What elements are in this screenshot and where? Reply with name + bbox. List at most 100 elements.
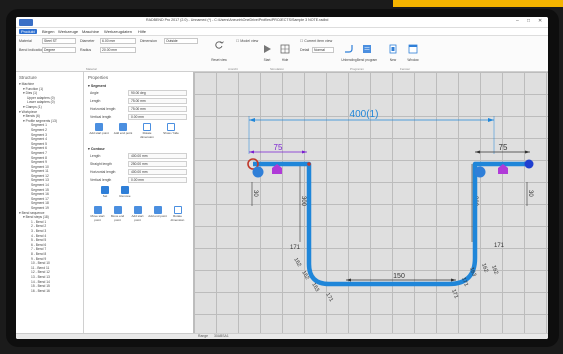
show-hide-icon: [167, 123, 175, 131]
add-end-point-button[interactable]: Add end point: [112, 123, 134, 136]
detail-mode-select[interactable]: Normal: [312, 47, 334, 53]
contour-rotate-button[interactable]: Rotate dimension: [168, 206, 187, 222]
tree-item-label: 14 - Bend 14: [31, 279, 50, 284]
top-right-dimension-label: 75: [499, 143, 508, 152]
diameter-label: Diameter: [80, 39, 95, 43]
status-bar: Range 30ABSA1: [16, 333, 548, 339]
rotate-dimension-button[interactable]: Rotate dimension: [136, 123, 158, 139]
tree-item-label: Segment 4: [31, 137, 47, 142]
program-icon[interactable]: [362, 44, 372, 54]
menu-hilfe[interactable]: Hilfe: [138, 29, 146, 34]
window-icon[interactable]: [408, 44, 418, 54]
contour-rotate-icon: [173, 206, 182, 214]
contour-add-start-button[interactable]: Add start point: [128, 206, 147, 222]
property-value[interactable]: 0.00 mm: [128, 177, 187, 183]
segment-section-title: ▾ Segment: [88, 84, 106, 88]
menu-biegen[interactable]: Biegen: [42, 29, 54, 34]
contour-add-start-icon: [133, 206, 142, 214]
property-label: Vertical length: [90, 178, 112, 182]
end-point-marker[interactable]: [524, 159, 534, 169]
remove-button[interactable]: Remove: [114, 186, 136, 199]
play-icon[interactable]: [262, 44, 272, 54]
tree-item-label: 16 - Bend 16: [31, 288, 50, 293]
tree-item-label: Segment 7: [31, 150, 47, 155]
tree-item-label: Segment 6: [31, 146, 47, 151]
dimension-select[interactable]: Outside: [164, 38, 198, 44]
segment-section-label: Segment: [90, 84, 106, 88]
property-value[interactable]: 75.00 mm: [128, 106, 187, 112]
set-button[interactable]: Set: [94, 186, 116, 199]
detail-label: Detail: [300, 48, 310, 52]
contour-add-end-button[interactable]: Add end point: [148, 206, 167, 219]
minimize-button[interactable]: –: [516, 18, 519, 24]
remove-icon: [121, 186, 129, 194]
tree-item-label: Bend sequence: [21, 210, 45, 215]
right-arc-label: 162: [490, 265, 499, 276]
left-vertical-dimension[interactable]: 300: [299, 164, 306, 242]
indication-select[interactable]: Degree: [42, 47, 76, 53]
current-item-check[interactable]: ☐ Current item view: [300, 39, 332, 43]
right-short-dimension[interactable]: 30: [526, 182, 533, 206]
model-view-label: Model view: [240, 39, 259, 43]
tree-item[interactable]: 16 - Bend 16: [16, 289, 83, 294]
menu-werkzeugdaten[interactable]: Werkzeugdaten: [104, 29, 132, 34]
tree-item-label: Segment 17: [31, 196, 49, 201]
unbend-icon[interactable]: [344, 44, 354, 54]
diameter-field[interactable]: 6.00 mm: [100, 38, 136, 44]
top-left-dimension[interactable]: 75: [249, 143, 307, 154]
move-end-point-label: Move end point: [110, 214, 125, 222]
contour-add-end-label: Add end point: [148, 214, 167, 218]
right-arc-label: 162: [480, 263, 489, 274]
left-short-dimension[interactable]: 30: [251, 182, 258, 206]
property-value[interactable]: 400.00 mm: [128, 153, 187, 159]
overall-dimension[interactable]: 400(1): [248, 109, 495, 154]
reset-view-icon[interactable]: [214, 40, 224, 50]
tree-item-label: 8 - Bend 8: [31, 251, 47, 256]
current-item-label: Current item view: [304, 39, 333, 43]
add-start-point-label: Add start point: [89, 131, 109, 135]
left-vertical-dimension-label: 300: [300, 196, 306, 207]
new-icon[interactable]: [388, 44, 398, 54]
property-value[interactable]: 90.00 deg: [128, 90, 187, 96]
grid-icon[interactable]: [280, 44, 290, 54]
tree-item-label: Workpiece: [21, 109, 38, 114]
tree-item-label: Segment 15: [31, 187, 49, 192]
show-hide-button[interactable]: Show / hide: [160, 123, 182, 136]
right-clamp-icon[interactable]: [474, 166, 486, 178]
set-label: Set: [102, 194, 108, 198]
right-radius-label: 171: [494, 243, 505, 249]
property-row: Straight length 250.00 mm: [88, 161, 189, 168]
left-radius-label: 171: [290, 245, 301, 251]
property-value[interactable]: 250.00 mm: [128, 161, 187, 167]
material-select[interactable]: Steel ST: [42, 38, 76, 44]
top-right-dimension[interactable]: 75: [475, 143, 530, 154]
ribbon-toolbar: Material Steel ST Diameter 6.00 mm Dimen…: [16, 36, 548, 72]
laptop-frame: RADBEND Pro 2017 (2.0) - Unnamed (*) - C…: [6, 9, 559, 347]
property-value[interactable]: 75.00 mm: [128, 98, 187, 104]
bend-program-label: Bend program: [356, 58, 378, 62]
property-value[interactable]: 400.00 mm: [128, 169, 187, 175]
menu-produkt[interactable]: Produkt: [19, 29, 37, 34]
maximize-button[interactable]: □: [527, 18, 530, 24]
move-start-point-button[interactable]: Move start point: [88, 206, 107, 222]
close-button[interactable]: ✕: [538, 18, 542, 24]
tree-item-label: 2 - Bend 2: [31, 224, 47, 229]
indication-label: Bend indication: [19, 48, 44, 52]
bottom-dimension[interactable]: 150: [346, 273, 456, 282]
left-clamp-icon[interactable]: [252, 166, 264, 178]
tree-item-label: 15 - Bend 15: [31, 284, 50, 289]
tree-item-label: 11 - Bend 11: [31, 265, 50, 270]
tree-item-label: Segment 1: [31, 123, 47, 128]
property-value[interactable]: 0.00 mm: [128, 114, 187, 120]
add-start-point-button[interactable]: Add start point: [88, 123, 110, 136]
drawing-canvas[interactable]: 400(1) 75 75 300 300 30 30 150 171 171 1…: [194, 72, 548, 333]
left-arc-label: 171: [324, 292, 334, 303]
move-end-point-button[interactable]: Move end point: [108, 206, 127, 222]
menu-werkzeuge[interactable]: Werkzeuge: [58, 29, 78, 34]
model-view-check[interactable]: ☐ Model view: [236, 39, 258, 43]
radius-field[interactable]: 20.00 mm: [100, 47, 136, 53]
tree-item-label: 3 - Bend 3: [31, 229, 47, 233]
right-arc-label: 171: [450, 289, 459, 300]
property-label: Horizontal length: [90, 107, 116, 111]
menu-maschine[interactable]: Maschine: [82, 29, 99, 34]
